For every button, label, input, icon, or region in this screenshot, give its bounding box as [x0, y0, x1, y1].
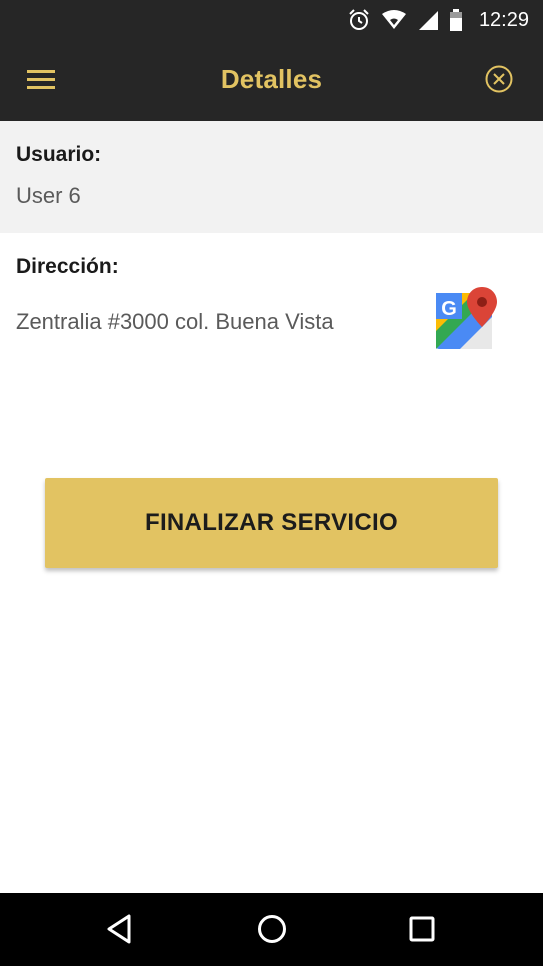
alarm-icon [349, 9, 369, 30]
app-bar: Detalles [0, 40, 543, 121]
page-title: Detalles [220, 64, 323, 94]
user-label: Usuario: [16, 143, 102, 166]
back-icon[interactable] [103, 911, 139, 947]
battery-icon [449, 9, 462, 31]
address-section: Dirección: Zentralia #3000 col. Buena Vi… [0, 233, 543, 373]
system-nav-bar [0, 893, 543, 966]
finish-service-button[interactable]: FINALIZAR SERVICIO [45, 478, 498, 568]
address-label: Dirección: [16, 255, 119, 278]
cell-signal-icon [418, 11, 438, 30]
recents-icon[interactable] [404, 911, 440, 947]
wifi-icon [381, 10, 406, 29]
user-value: User 6 [16, 183, 81, 208]
status-icons: 12:29 [347, 0, 529, 40]
home-icon[interactable] [254, 911, 290, 947]
status-bar: 12:29 [0, 0, 543, 40]
user-section: Usuario: User 6 [0, 121, 543, 233]
close-circle-icon[interactable] [484, 64, 514, 94]
google-maps-icon[interactable]: G [434, 285, 500, 351]
svg-text:G: G [441, 298, 457, 320]
address-value: Zentralia #3000 col. Buena Vista [16, 309, 334, 334]
status-time: 12:29 [478, 8, 529, 31]
